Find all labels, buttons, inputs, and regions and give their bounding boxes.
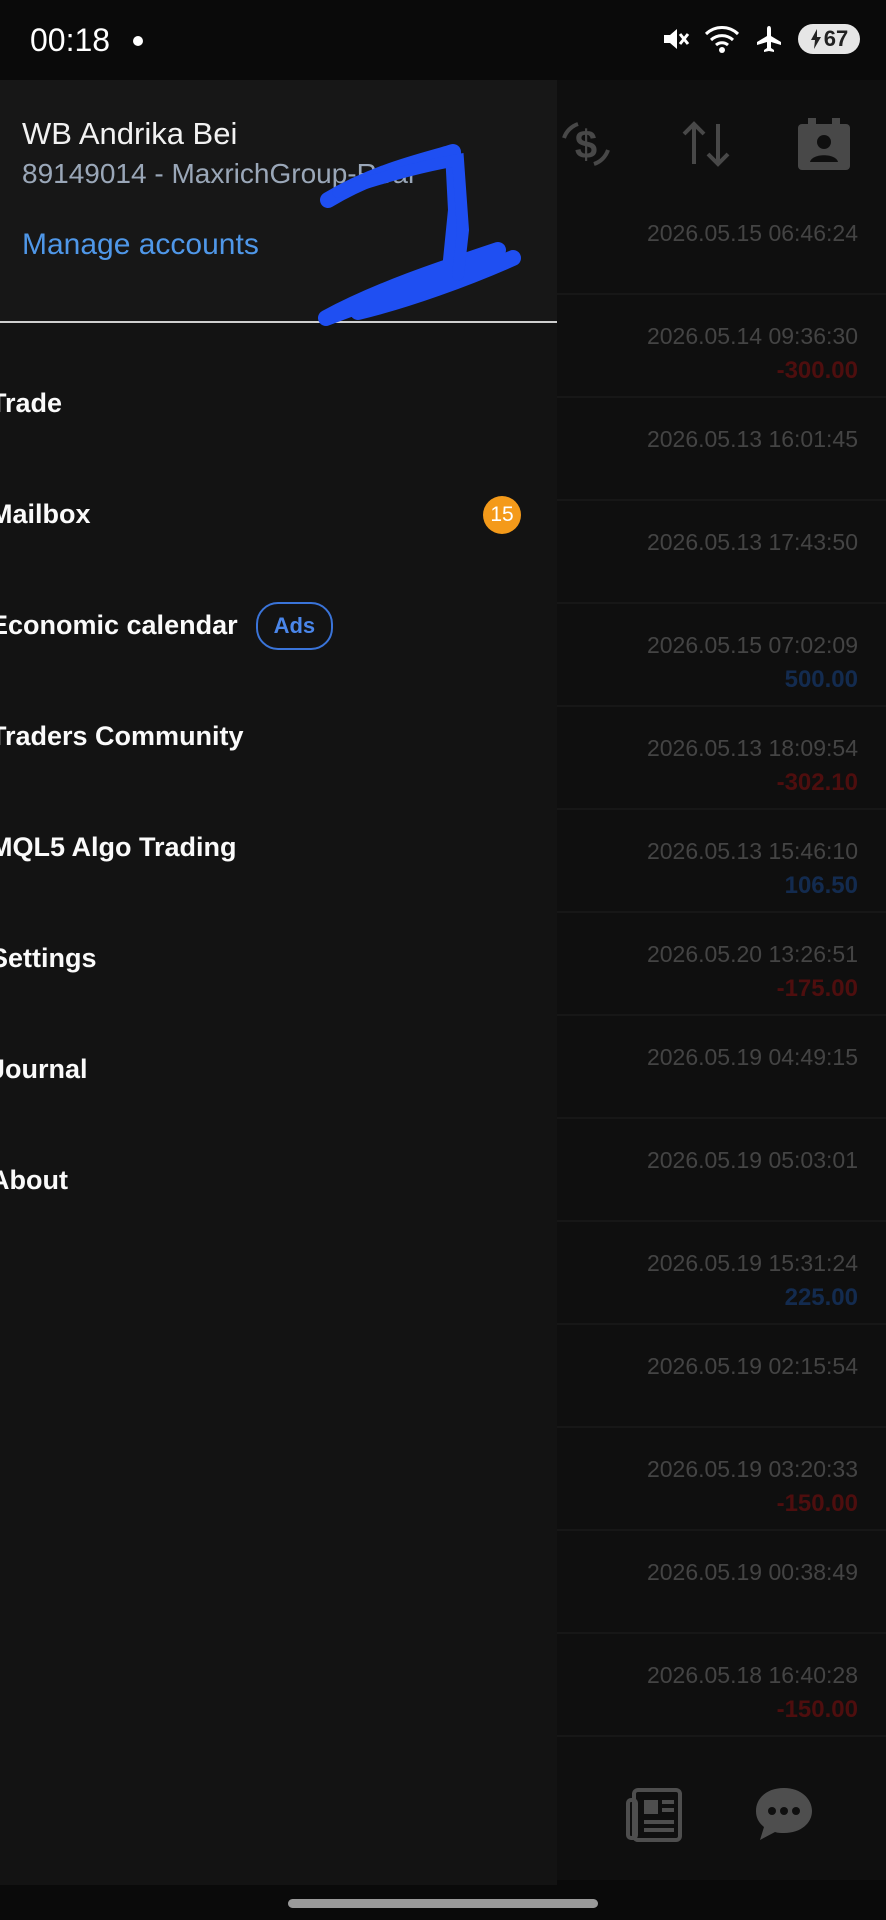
menu-item-label: Traders Community bbox=[0, 721, 244, 751]
battery-icon: 67 bbox=[798, 24, 860, 54]
navigation-drawer: WB Andrika Bei 89149014 - MaxrichGroup-R… bbox=[0, 80, 557, 1885]
status-icons: 67 bbox=[660, 24, 860, 54]
menu-item-trade[interactable]: Trade bbox=[0, 348, 557, 459]
menu-item-settings[interactable]: Settings bbox=[0, 903, 557, 1014]
home-indicator[interactable] bbox=[288, 1899, 598, 1908]
ads-tag: Ads bbox=[255, 601, 334, 650]
menu-item-label: Economic calendar bbox=[0, 610, 238, 640]
menu-item-label: Mailbox bbox=[0, 499, 91, 529]
menu-item-journal[interactable]: Journal bbox=[0, 1014, 557, 1125]
menu-item-label: Settings bbox=[0, 943, 97, 973]
airplane-icon bbox=[754, 24, 784, 54]
manage-accounts-link[interactable]: Manage accounts bbox=[22, 228, 259, 262]
notification-dot bbox=[133, 36, 143, 46]
menu-item-about[interactable]: About bbox=[0, 1125, 557, 1236]
menu-item-mailbox[interactable]: Mailbox 15 bbox=[0, 459, 557, 570]
menu-item-label: About bbox=[0, 1165, 68, 1195]
menu-item-traders-community[interactable]: Traders Community bbox=[0, 681, 557, 792]
menu-item-label: Trade bbox=[0, 388, 63, 418]
redaction-scribble bbox=[318, 144, 521, 326]
battery-level: 67 bbox=[823, 26, 849, 51]
menu-item-economic-calendar[interactable]: Economic calendar Ads bbox=[0, 570, 557, 681]
drawer-menu: Trade Mailbox 15 Economic calendar Ads T… bbox=[0, 348, 557, 1236]
status-time: 00:18 bbox=[30, 22, 111, 58]
status-bar: 00:18 67 bbox=[0, 0, 886, 80]
account-header: WB Andrika Bei 89149014 - MaxrichGroup-R… bbox=[0, 80, 557, 326]
wifi-icon bbox=[704, 24, 740, 54]
mute-icon bbox=[660, 24, 690, 54]
menu-item-label: Journal bbox=[0, 1054, 88, 1084]
account-name: WB Andrika Bei bbox=[22, 116, 238, 151]
menu-item-mql5-algo-trading[interactable]: MQL5 Algo Trading bbox=[0, 792, 557, 903]
menu-item-label: MQL5 Algo Trading bbox=[0, 832, 237, 862]
unread-badge: 15 bbox=[483, 495, 521, 534]
